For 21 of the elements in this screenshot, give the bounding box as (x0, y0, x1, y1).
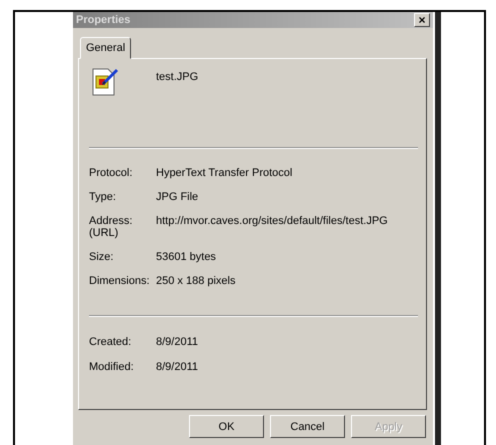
dialog-button[interactable]: OK (189, 415, 264, 438)
field-value: 8/9/2011 (156, 336, 198, 348)
window-title: Properties (76, 14, 130, 26)
field-label: Created: (89, 336, 132, 348)
field-value: 250 x 188 pixels (156, 275, 236, 287)
close-button[interactable]: × (414, 13, 430, 27)
field-label: Modified: (89, 361, 135, 373)
field-value: 8/9/2011 (156, 361, 198, 373)
dialog-button[interactable]: Cancel (270, 415, 345, 438)
file-name: test.JPG (156, 71, 198, 83)
field-value: 53601 bytes (156, 251, 216, 263)
field-label: Type: (89, 191, 117, 203)
tab[interactable]: General (80, 37, 132, 59)
field-value: JPG File (156, 191, 198, 203)
field-label: Dimensions: (89, 275, 151, 287)
field-value: HyperText Transfer Protocol (156, 167, 292, 179)
field-label: Protocol: (89, 167, 134, 179)
field-value: http://mvor.caves.org/sites/default/files/test.JPG (156, 215, 388, 229)
image-file-icon (91, 67, 119, 97)
field-label: Size: (89, 251, 114, 263)
field-label: Address: (URL) (89, 215, 134, 239)
